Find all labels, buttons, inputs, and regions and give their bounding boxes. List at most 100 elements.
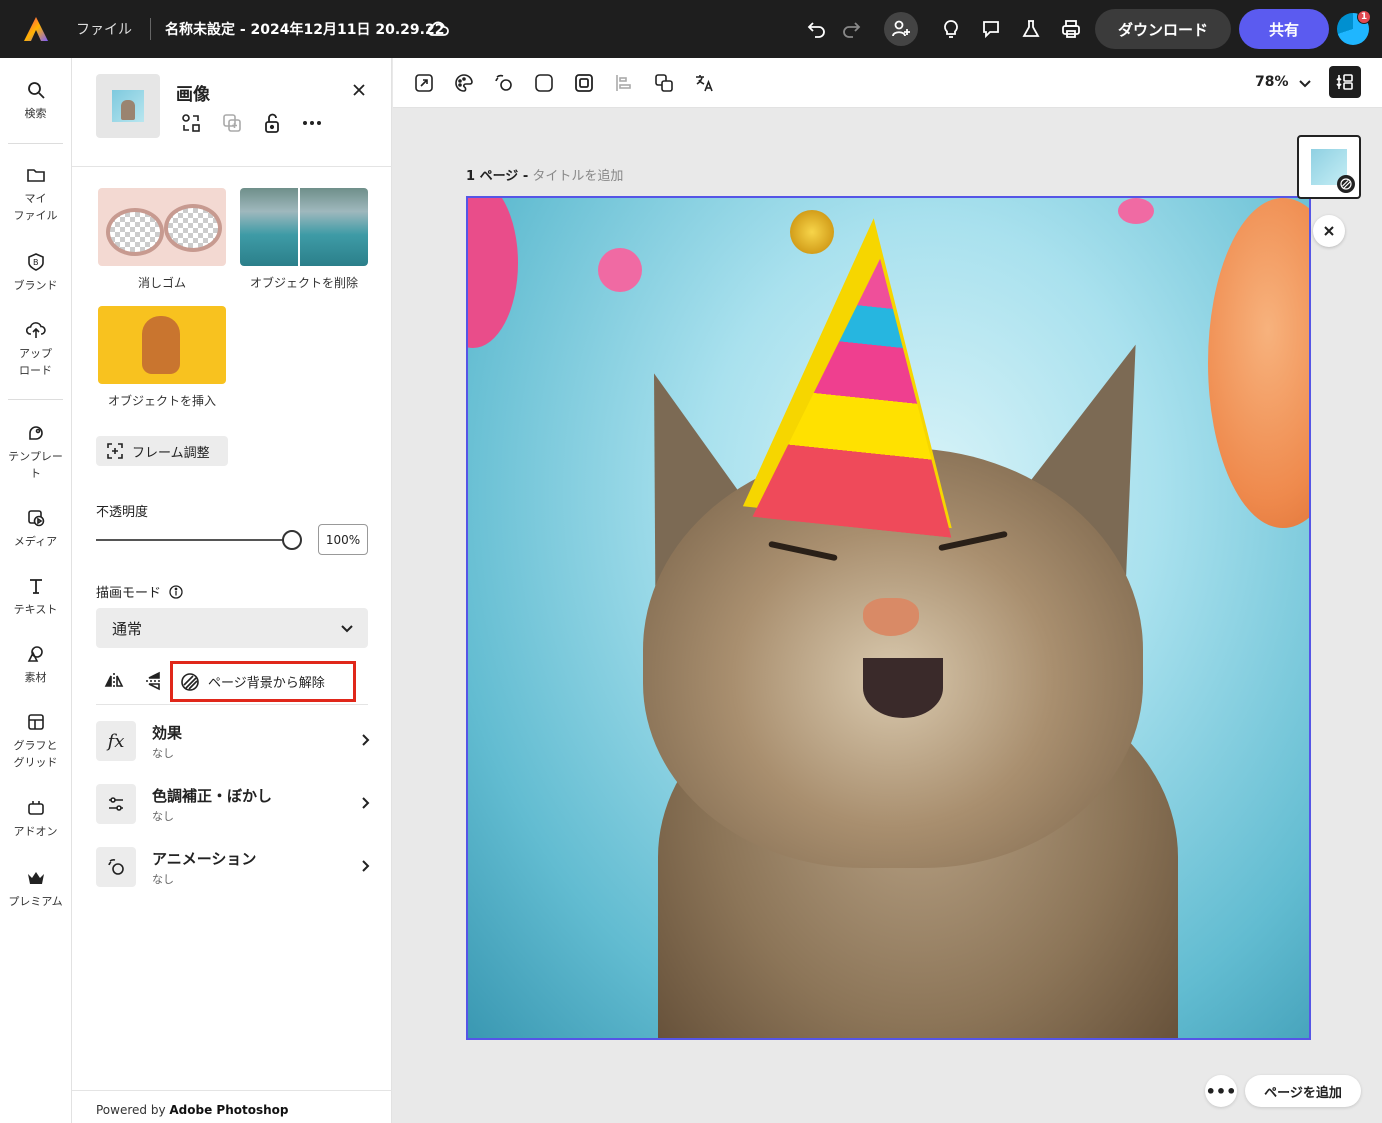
- rail-item-addons[interactable]: アドオン: [0, 798, 71, 840]
- rail-item-premium[interactable]: プレミアム: [0, 868, 71, 910]
- notification-badge: 1: [1357, 10, 1371, 24]
- thumbnail-image: [112, 90, 144, 122]
- upload-icon: [25, 322, 46, 338]
- eraser-tool[interactable]: 消しゴム: [98, 188, 226, 291]
- redo-icon[interactable]: [837, 15, 865, 43]
- insert-object-tool[interactable]: オブジェクトを挿入: [98, 306, 226, 409]
- accordion-subtitle: なし: [152, 810, 174, 823]
- page-thumbnail[interactable]: [1297, 135, 1361, 199]
- unlock-icon[interactable]: [261, 112, 283, 134]
- invite-user-button[interactable]: [884, 12, 918, 46]
- rail-item-text[interactable]: テキスト: [0, 576, 71, 618]
- resize-icon[interactable]: [413, 72, 435, 94]
- chevron-down-icon[interactable]: [1298, 76, 1312, 90]
- rail-label: テキスト: [13, 603, 58, 616]
- panel-divider: [72, 1090, 392, 1091]
- remove-object-tool[interactable]: オブジェクトを削除: [240, 188, 368, 291]
- align-icon[interactable]: [613, 72, 635, 94]
- duplicate-icon[interactable]: [221, 112, 243, 134]
- rail-label: ブランド: [13, 279, 58, 292]
- add-page-button[interactable]: ページを追加: [1245, 1075, 1361, 1107]
- share-button[interactable]: 共有: [1239, 9, 1329, 49]
- rail-item-my-files[interactable]: マイ ファイル: [0, 165, 71, 224]
- zoom-level[interactable]: 78%: [1255, 74, 1289, 90]
- rail-item-elements[interactable]: 素材: [0, 644, 71, 686]
- page-layout-button[interactable]: [1329, 66, 1361, 98]
- close-icon[interactable]: [349, 80, 369, 100]
- crop-frame-icon: [107, 443, 123, 459]
- confetti-dot: [1118, 198, 1154, 224]
- flip-horizontal-icon[interactable]: [103, 670, 125, 692]
- page-title-input[interactable]: タイトルを追加: [532, 169, 623, 184]
- rail-label: マイ ファイル: [13, 192, 58, 222]
- folder-icon: [26, 169, 45, 182]
- frame-adjust-button[interactable]: フレーム調整: [96, 436, 228, 466]
- rail-label: 素材: [24, 671, 47, 684]
- rail-label: アップ ロード: [19, 347, 52, 377]
- page-canvas-image[interactable]: [466, 196, 1311, 1040]
- addon-icon: [27, 801, 44, 815]
- flask-icon[interactable]: [1017, 15, 1045, 43]
- translate-icon[interactable]: [693, 72, 715, 94]
- balloon-shape: [468, 198, 518, 348]
- undo-icon[interactable]: [803, 15, 831, 43]
- download-button[interactable]: ダウンロード: [1095, 9, 1231, 49]
- powered-brand: Adobe Photoshop: [169, 1103, 289, 1117]
- cloud-icon[interactable]: [426, 18, 450, 40]
- border-icon[interactable]: [573, 72, 595, 94]
- adjustments-accordion[interactable]: 色調補正・ぼかし なし: [96, 784, 372, 828]
- more-options-button[interactable]: •••: [1205, 1075, 1237, 1107]
- accordion-subtitle: なし: [152, 747, 174, 760]
- tool-label: オブジェクトを挿入: [107, 394, 216, 408]
- lightbulb-icon[interactable]: [937, 15, 965, 43]
- flip-vertical-icon[interactable]: [143, 670, 165, 692]
- palette-icon[interactable]: [453, 72, 475, 94]
- print-icon[interactable]: [1057, 15, 1085, 43]
- canvas-area: 1 ページ - タイトルを追加 ••• ページを追加: [393, 108, 1382, 1123]
- panel-title: 画像: [176, 85, 210, 105]
- opacity-slider-thumb[interactable]: [282, 530, 302, 550]
- more-options-icon[interactable]: [301, 112, 323, 134]
- blend-mode-value: 通常: [112, 619, 143, 638]
- rail-item-charts-grids[interactable]: グラフと グリッド: [0, 712, 71, 771]
- effects-accordion[interactable]: fx 効果 なし: [96, 721, 372, 765]
- blend-mode-label: 描画モード: [96, 582, 183, 601]
- cat-mouth-shape: [863, 658, 943, 718]
- powered-by-text: Powered by Adobe Photoshop: [96, 1103, 289, 1117]
- background-pattern-icon: [181, 672, 199, 691]
- properties-panel: 画像 消しゴム オブジェクトを削除 オブジェクトを挿入 フレーム調整 不透明度 …: [72, 58, 392, 1123]
- replace-image-icon[interactable]: [180, 112, 202, 134]
- accordion-subtitle: なし: [152, 873, 174, 886]
- rail-item-templates[interactable]: テンプレー ト: [0, 423, 71, 482]
- rail-item-media[interactable]: メディア: [0, 508, 71, 550]
- opacity-input[interactable]: 100%: [318, 524, 368, 555]
- animation-icon: [96, 847, 136, 887]
- rail-item-search[interactable]: 検索: [0, 80, 71, 122]
- close-thumbnail-button[interactable]: [1313, 215, 1345, 247]
- comment-icon[interactable]: [977, 15, 1005, 43]
- add-user-icon: [892, 20, 910, 37]
- animation-accordion[interactable]: アニメーション なし: [96, 847, 372, 891]
- frame-adjust-label: フレーム調整: [132, 445, 210, 461]
- rail-item-brand[interactable]: B ブランド: [0, 252, 71, 294]
- blend-mode-select[interactable]: 通常: [96, 608, 368, 648]
- adobe-express-logo-icon[interactable]: [22, 15, 50, 43]
- eraser-preview-image: [98, 188, 226, 266]
- info-icon[interactable]: [169, 584, 183, 599]
- arrange-layers-icon[interactable]: [653, 72, 675, 94]
- blend-mode-label-text: 描画モード: [96, 586, 162, 601]
- chevron-right-icon: [362, 860, 370, 872]
- grid-icon: [27, 714, 44, 730]
- rail-label: プレミアム: [8, 895, 63, 908]
- top-bar: ファイル 名称未設定 - 2024年12月11日 20.29.22 ダウンロード…: [0, 0, 1382, 58]
- rail-label: アドオン: [13, 825, 58, 838]
- opacity-slider-track[interactable]: [96, 539, 292, 541]
- rounded-corner-icon[interactable]: [533, 72, 555, 94]
- file-menu[interactable]: ファイル: [76, 19, 132, 39]
- party-hat-pompom: [790, 210, 834, 254]
- elements-icon: [27, 646, 43, 662]
- document-title[interactable]: 名称未設定 - 2024年12月11日 20.29.22: [165, 19, 444, 39]
- detach-from-background-button[interactable]: ページ背景から解除: [170, 661, 356, 702]
- animation-icon[interactable]: [493, 72, 515, 94]
- rail-item-upload[interactable]: アップ ロード: [0, 320, 71, 379]
